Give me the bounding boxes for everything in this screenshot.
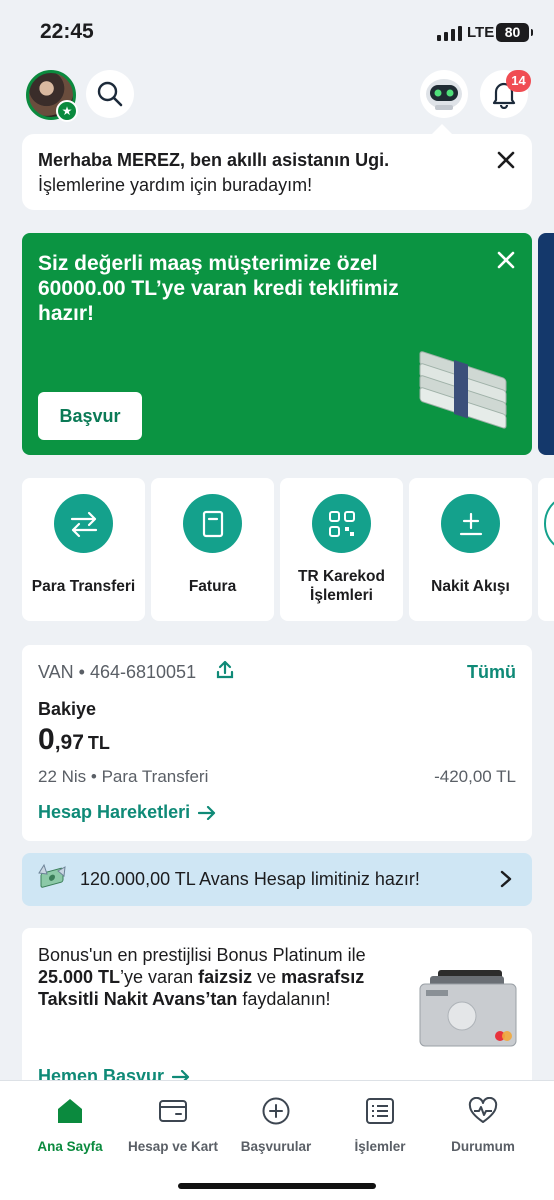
tab-applications[interactable]: Başvurular <box>221 1095 331 1154</box>
network-label: LTE <box>467 24 495 41</box>
wallet-icon <box>159 1100 187 1122</box>
assistant-robot-button[interactable] <box>420 70 468 118</box>
quick-action-label: Para Transferi <box>31 577 136 595</box>
close-icon[interactable] <box>496 250 516 270</box>
assistant-message: Merhaba MEREZ, ben akıllı asistanın Ugi.… <box>22 124 532 210</box>
search-button[interactable] <box>86 70 134 118</box>
status-bar: 22:45 LTE 80 <box>0 0 554 64</box>
quick-action-label: Fatura <box>188 577 237 595</box>
plus-circle-icon <box>262 1097 290 1125</box>
quick-action-qr[interactable]: TR Karekod İşlemleri <box>280 478 403 621</box>
quick-action-bill[interactable]: Fatura <box>151 478 274 621</box>
home-icon <box>58 1099 82 1123</box>
cash-flow-icon <box>441 494 500 553</box>
tab-transactions[interactable]: İşlemler <box>325 1095 435 1154</box>
all-accounts-link[interactable]: Tümü <box>467 662 516 683</box>
quick-action-cash-flow[interactable]: Nakit Akışı <box>409 478 532 621</box>
bottom-navigation: Ana Sayfa Hesap ve Kart Başvurular İşlem… <box>0 1080 554 1200</box>
search-icon <box>97 81 123 107</box>
partial-action-icon <box>544 494 554 553</box>
quick-action-next[interactable] <box>538 478 554 621</box>
close-icon[interactable] <box>496 150 516 170</box>
assistant-greeting: Merhaba MEREZ, ben akıllı asistanın Ugi. <box>38 150 390 170</box>
arrow-right-icon <box>198 805 216 820</box>
quick-action-label: TR Karekod İşlemleri <box>298 568 385 604</box>
balance-label: Bakiye <box>38 699 97 719</box>
last-transaction-amount: -420,00 TL <box>434 767 516 786</box>
assistant-subtext: İşlemlerine yardım için buradayım! <box>38 175 313 195</box>
quick-action-transfer[interactable]: Para Transferi <box>22 478 145 621</box>
signal-icon <box>437 26 462 41</box>
star-badge-icon: ★ <box>56 100 78 122</box>
account-number: VAN • 464-6810051 <box>38 662 197 682</box>
promo-title: Siz değerli maaş müşterimize özel 60000.… <box>38 252 399 325</box>
robot-icon <box>426 79 462 110</box>
overdraft-limit-banner[interactable]: 120.000,00 TL Avans Hesap limitiniz hazı… <box>22 853 532 906</box>
quick-action-label: Nakit Akışı <box>431 577 510 595</box>
last-transaction: 22 Nis • Para Transferi <box>38 767 209 786</box>
status-time: 22:45 <box>40 20 94 43</box>
heart-pulse-icon <box>468 1097 498 1123</box>
chevron-right-icon <box>500 870 512 888</box>
balance-amount: 0,97 TL <box>38 723 110 756</box>
home-indicator[interactable] <box>178 1183 376 1189</box>
overdraft-text: 120.000,00 TL Avans Hesap limitiniz hazı… <box>80 869 420 889</box>
bill-icon <box>183 494 242 553</box>
list-icon <box>366 1098 394 1124</box>
apply-button[interactable]: Başvur <box>38 392 142 440</box>
loan-offer-card[interactable]: Siz değerli maaş müşterimize özel 60000.… <box>22 233 532 455</box>
credit-card-image <box>419 970 517 1047</box>
transfer-arrows-icon <box>54 494 113 553</box>
notification-badge: 14 <box>506 70 531 92</box>
money-wings-icon <box>38 863 66 888</box>
bonus-text: Bonus'un en prestijlisi Bonus Platinum i… <box>38 945 366 1009</box>
next-promo-card[interactable] <box>538 233 554 455</box>
tab-account-and-card[interactable]: Hesap ve Kart <box>118 1095 228 1154</box>
qr-code-icon <box>312 494 371 553</box>
account-card[interactable]: VAN • 464-6810051 Tümü Bakiye 0,97 TL 22 … <box>22 645 532 841</box>
account-movements-link[interactable]: Hesap Hareketleri <box>38 802 216 823</box>
share-icon[interactable] <box>215 660 235 680</box>
tab-home[interactable]: Ana Sayfa <box>15 1095 125 1154</box>
battery-icon: 80 <box>496 23 533 42</box>
tab-status[interactable]: Durumum <box>428 1095 538 1154</box>
money-stack-icon <box>419 351 507 429</box>
